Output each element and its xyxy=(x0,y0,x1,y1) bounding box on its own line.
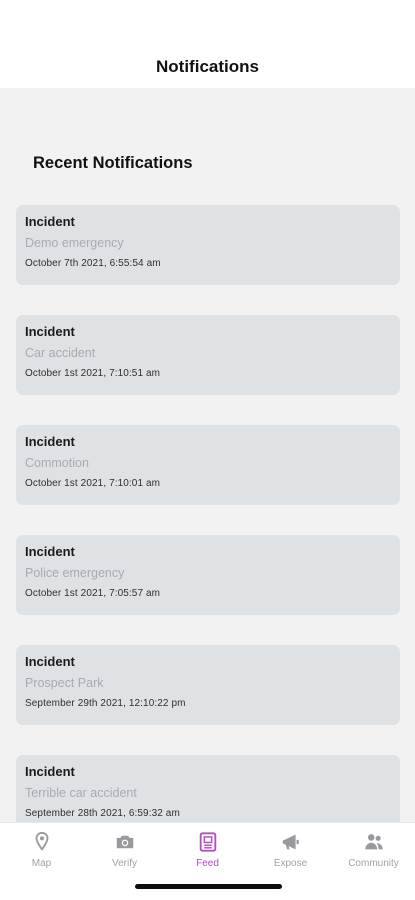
notification-type: Incident xyxy=(25,324,75,339)
notification-time: September 29th 2021, 12:10:22 pm xyxy=(25,698,186,709)
notification-type: Incident xyxy=(25,434,75,449)
section-title: Recent Notifications xyxy=(33,154,193,172)
notification-card[interactable]: Incident Demo emergency October 7th 2021… xyxy=(16,205,400,285)
tab-expose[interactable]: Expose xyxy=(249,823,332,883)
camera-icon xyxy=(116,835,133,849)
tab-verify[interactable]: Verify xyxy=(83,823,166,883)
notification-time: September 28th 2021, 6:59:32 am xyxy=(25,808,180,819)
notification-description: Commotion xyxy=(25,456,89,470)
notification-card[interactable]: Incident Prospect Park September 29th 20… xyxy=(16,645,400,725)
notification-type: Incident xyxy=(25,654,75,669)
notification-card[interactable]: Incident Commotion October 1st 2021, 7:1… xyxy=(16,425,400,505)
notifications-content[interactable]: Recent Notifications Incident Demo emerg… xyxy=(0,88,415,822)
notification-time: October 7th 2021, 6:55:54 am xyxy=(25,258,161,269)
tab-label: Expose xyxy=(273,858,308,869)
tab-label: Map xyxy=(31,858,52,869)
notification-card[interactable]: Incident Car accident October 1st 2021, … xyxy=(16,315,400,395)
notification-time: October 1st 2021, 7:05:57 am xyxy=(25,588,161,599)
tab-feed[interactable]: Feed xyxy=(166,823,249,883)
notification-description: Car accident xyxy=(25,346,96,360)
tab-label: Community xyxy=(348,858,399,869)
tab-label: Verify xyxy=(111,858,137,869)
notification-time: October 1st 2021, 7:10:51 am xyxy=(25,368,161,379)
notification-card[interactable]: Incident Terrible car accident September… xyxy=(16,755,400,822)
megaphone-icon xyxy=(282,834,299,850)
feed-icon xyxy=(199,832,216,852)
notification-description: Prospect Park xyxy=(25,676,104,690)
nav-header: Notifications xyxy=(0,0,415,88)
page-title: Notifications xyxy=(156,57,259,76)
notification-type: Incident xyxy=(25,544,75,559)
home-indicator[interactable] xyxy=(135,884,282,889)
tab-label: Feed xyxy=(196,858,219,869)
notification-description: Terrible car accident xyxy=(25,786,137,800)
map-pin-icon xyxy=(35,831,48,851)
tab-map[interactable]: Map xyxy=(0,823,83,883)
tab-community[interactable]: Community xyxy=(332,823,415,883)
notification-type: Incident xyxy=(25,764,75,779)
notification-description: Demo emergency xyxy=(25,236,124,250)
notification-type: Incident xyxy=(25,214,75,229)
notification-description: Police emergency xyxy=(25,566,125,580)
people-icon xyxy=(364,834,383,850)
notification-time: October 1st 2021, 7:10:01 am xyxy=(25,478,161,489)
notification-card[interactable]: Incident Police emergency October 1st 20… xyxy=(16,535,400,615)
